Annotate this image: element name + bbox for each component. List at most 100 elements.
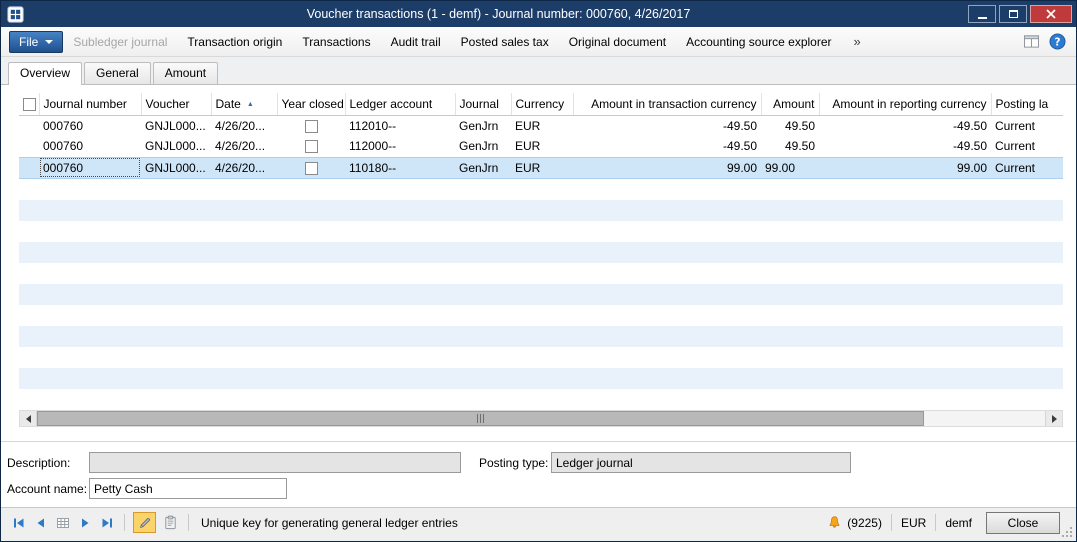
- menu-item-original-document[interactable]: Original document: [559, 35, 676, 49]
- notifications-bell-icon[interactable]: [825, 514, 844, 532]
- cell-amount-reporting-currency[interactable]: -49.50: [819, 115, 991, 136]
- year-closed-checkbox[interactable]: [305, 120, 318, 133]
- column-header-journal-number[interactable]: Journal number: [39, 93, 141, 115]
- status-currency[interactable]: EUR: [901, 516, 926, 530]
- cell-date[interactable]: 4/26/20...: [211, 115, 277, 136]
- horizontal-scrollbar[interactable]: [19, 410, 1063, 427]
- cell-journal-number[interactable]: 000760: [39, 136, 141, 157]
- cell-journal-number[interactable]: 000760: [39, 157, 141, 178]
- cell-amount-transaction-currency[interactable]: -49.50: [573, 115, 761, 136]
- maximize-button[interactable]: [999, 5, 1027, 23]
- cell-journal[interactable]: GenJrn: [455, 115, 511, 136]
- first-record-button[interactable]: [9, 514, 28, 532]
- tab-amount[interactable]: Amount: [153, 62, 218, 84]
- cell-year-closed[interactable]: [277, 157, 345, 178]
- clipboard-icon[interactable]: [161, 514, 180, 532]
- cell-date[interactable]: 4/26/20...: [211, 136, 277, 157]
- row-selector[interactable]: [19, 136, 39, 157]
- previous-record-button[interactable]: [31, 514, 50, 532]
- status-help-text: Unique key for generating general ledger…: [201, 516, 458, 530]
- cell-amount-transaction-currency[interactable]: 99.00: [573, 157, 761, 178]
- scroll-left-icon: [26, 415, 31, 423]
- edit-mode-toggle[interactable]: [133, 512, 156, 533]
- scrollbar-thumb[interactable]: [37, 411, 924, 426]
- cell-amount-reporting-currency[interactable]: -49.50: [819, 136, 991, 157]
- table-row-selected[interactable]: 000760 GNJL000... 4/26/20... 110180-- Ge…: [19, 157, 1063, 178]
- cell-posting-layer[interactable]: Current: [991, 136, 1063, 157]
- cell-currency[interactable]: EUR: [511, 136, 573, 157]
- file-menu-button[interactable]: File: [9, 31, 63, 53]
- scrollbar-track[interactable]: [37, 411, 1045, 426]
- column-label: Date: [216, 97, 241, 111]
- table-row[interactable]: 000760 GNJL000... 4/26/20... 112000-- Ge…: [19, 136, 1063, 157]
- column-label: Amount: [773, 97, 814, 111]
- cell-journal[interactable]: GenJrn: [455, 136, 511, 157]
- column-label: Amount in transaction currency: [591, 97, 756, 111]
- tab-overview[interactable]: Overview: [8, 62, 82, 85]
- column-header-currency[interactable]: Currency: [511, 93, 573, 115]
- cell-amount[interactable]: 49.50: [761, 115, 819, 136]
- table-row[interactable]: 000760 GNJL000... 4/26/20... 112010-- Ge…: [19, 115, 1063, 136]
- grid-view-button[interactable]: [53, 514, 72, 532]
- menu-overflow-chevron[interactable]: »: [854, 34, 861, 49]
- posting-type-label: Posting type:: [479, 456, 548, 470]
- column-header-year-closed[interactable]: Year closed: [277, 93, 345, 115]
- menu-item-transactions[interactable]: Transactions: [292, 35, 380, 49]
- window-layout-icon[interactable]: [1023, 34, 1040, 49]
- column-header-ledger-account[interactable]: Ledger account: [345, 93, 455, 115]
- column-header-posting-layer[interactable]: Posting la: [991, 93, 1063, 115]
- cell-amount-reporting-currency[interactable]: 99.00: [819, 157, 991, 178]
- menu-item-audit-trail[interactable]: Audit trail: [381, 35, 451, 49]
- cell-currency[interactable]: EUR: [511, 157, 573, 178]
- cell-ledger-account[interactable]: 112000--: [345, 136, 455, 157]
- column-header-voucher[interactable]: Voucher: [141, 93, 211, 115]
- cell-journal[interactable]: GenJrn: [455, 157, 511, 178]
- year-closed-checkbox[interactable]: [305, 162, 318, 175]
- select-all-header[interactable]: [19, 93, 39, 115]
- close-window-button[interactable]: [1030, 5, 1072, 23]
- menu-item-posted-sales-tax[interactable]: Posted sales tax: [451, 35, 559, 49]
- status-company[interactable]: demf: [945, 516, 972, 530]
- cell-posting-layer[interactable]: Current: [991, 115, 1063, 136]
- cell-voucher[interactable]: GNJL000...: [141, 115, 211, 136]
- minimize-button[interactable]: [968, 5, 996, 23]
- resize-grip[interactable]: [1061, 526, 1074, 539]
- tab-general[interactable]: General: [84, 62, 151, 84]
- cell-amount[interactable]: 99.00: [761, 157, 819, 178]
- year-closed-checkbox[interactable]: [305, 140, 318, 153]
- next-record-button[interactable]: [75, 514, 94, 532]
- cell-currency[interactable]: EUR: [511, 115, 573, 136]
- row-selector[interactable]: [19, 115, 39, 136]
- row-selector[interactable]: [19, 157, 39, 178]
- notification-count[interactable]: (9225): [847, 516, 882, 530]
- menu-item-accounting-source-explorer[interactable]: Accounting source explorer: [676, 35, 841, 49]
- cell-voucher[interactable]: GNJL000...: [141, 136, 211, 157]
- cell-journal-number[interactable]: 000760: [39, 115, 141, 136]
- last-record-button[interactable]: [97, 514, 116, 532]
- column-header-date[interactable]: Date▲: [211, 93, 277, 115]
- select-all-checkbox[interactable]: [23, 98, 36, 111]
- close-button[interactable]: Close: [986, 512, 1060, 534]
- column-header-journal[interactable]: Journal: [455, 93, 511, 115]
- account-name-field[interactable]: [89, 478, 287, 499]
- minimize-icon: [978, 17, 987, 19]
- cell-amount-transaction-currency[interactable]: -49.50: [573, 136, 761, 157]
- cell-ledger-account[interactable]: 110180--: [345, 157, 455, 178]
- cell-amount[interactable]: 49.50: [761, 136, 819, 157]
- column-header-amount-reporting-currency[interactable]: Amount in reporting currency: [819, 93, 991, 115]
- account-name-label: Account name:: [7, 482, 87, 496]
- help-icon[interactable]: ?: [1049, 33, 1066, 50]
- cell-year-closed[interactable]: [277, 136, 345, 157]
- menu-item-transaction-origin[interactable]: Transaction origin: [177, 35, 292, 49]
- grid-header-row: Journal number Voucher Date▲ Year closed…: [19, 93, 1063, 115]
- column-header-amount-transaction-currency[interactable]: Amount in transaction currency: [573, 93, 761, 115]
- scroll-left-button[interactable]: [20, 411, 37, 426]
- status-bar: Unique key for generating general ledger…: [1, 507, 1076, 541]
- cell-ledger-account[interactable]: 112010--: [345, 115, 455, 136]
- cell-voucher[interactable]: GNJL000...: [141, 157, 211, 178]
- cell-date[interactable]: 4/26/20...: [211, 157, 277, 178]
- scroll-right-button[interactable]: [1045, 411, 1062, 426]
- column-header-amount[interactable]: Amount: [761, 93, 819, 115]
- cell-posting-layer[interactable]: Current: [991, 157, 1063, 178]
- cell-year-closed[interactable]: [277, 115, 345, 136]
